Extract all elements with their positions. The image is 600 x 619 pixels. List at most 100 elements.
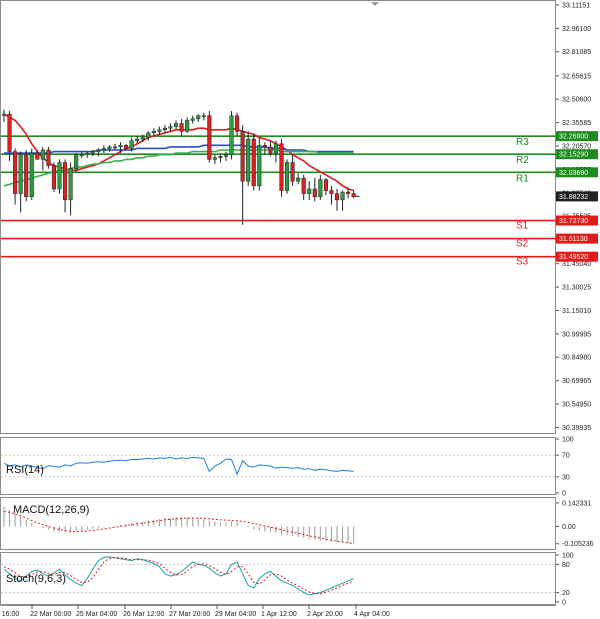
candle-body: [90, 151, 95, 154]
level-price-tag-label: 31.61130: [559, 236, 588, 243]
price-axis-label: 32.96100: [562, 26, 591, 33]
candle-body: [223, 154, 229, 157]
level-label-s2: S2: [516, 239, 529, 250]
candle-body: [157, 129, 162, 132]
candle-body: [346, 191, 351, 194]
candle-body: [323, 179, 328, 191]
stoch-axis-label: 80: [562, 562, 570, 569]
candle-body: [279, 143, 284, 191]
candle-body: [174, 123, 179, 127]
candle-body: [124, 145, 129, 149]
time-axis-label: 21 Mar 16:00: [0, 611, 19, 618]
candle-body: [168, 126, 173, 129]
candle-body: [246, 138, 251, 182]
level-label-r1: R1: [516, 173, 529, 184]
price-axis-label: 30.39935: [562, 425, 591, 432]
candle-body: [162, 127, 167, 131]
stoch-title: Stoch(9,6,3): [6, 573, 66, 585]
price-candle: [279, 139, 284, 197]
candle-body: [340, 191, 345, 201]
price-candle: [207, 111, 212, 163]
candle-body: [212, 157, 217, 160]
candle-body: [318, 179, 323, 197]
candle-body: [24, 154, 29, 197]
candle-body: [135, 138, 140, 141]
candle-body: [129, 140, 134, 149]
price-candle: [57, 159, 62, 194]
time-axis-label: 22 Mar 00:00: [30, 611, 71, 618]
price-axis-label: 31.30025: [562, 285, 591, 292]
level-price-tag-label: 31.49520: [559, 254, 588, 261]
candle-body: [7, 113, 12, 152]
candle-body: [301, 177, 306, 194]
candle-body: [79, 154, 84, 156]
price-candle: [285, 159, 290, 194]
candle-body: [18, 154, 23, 194]
macd-title: MACD(12,26,9): [13, 504, 89, 516]
candle-body: [68, 168, 73, 201]
candle-body: [285, 162, 290, 191]
candle-body: [96, 149, 101, 152]
candle-body: [196, 115, 201, 120]
rsi-panel-frame: [0, 437, 556, 495]
stoch-axis-label: 0: [562, 600, 566, 607]
time-axis-label: 27 Mar 20:00: [169, 611, 210, 618]
price-axis-label: 32.65615: [562, 73, 591, 80]
candle-body: [51, 165, 57, 190]
price-candle: [29, 148, 34, 200]
level-label-r2: R2: [516, 155, 529, 166]
rsi-axis-label: 0: [562, 491, 566, 498]
time-axis-label: 29 Mar 04:00: [215, 611, 256, 618]
candle-body: [240, 131, 245, 182]
candle-body: [296, 177, 301, 182]
rsi-axis-label: 70: [562, 453, 570, 460]
candle-body: [74, 154, 79, 169]
candle-body: [262, 145, 267, 148]
candle-body: [185, 120, 190, 132]
rsi-title: RSI(14): [6, 464, 44, 476]
candle-body: [334, 193, 340, 201]
price-axis-label: 30.69965: [562, 378, 591, 385]
candle-body: [29, 152, 34, 197]
candle-body: [85, 152, 90, 155]
stoch-axis-label: 100: [562, 553, 574, 560]
candle-body: [290, 162, 295, 182]
candle-body: [312, 188, 317, 197]
price-axis-label: 30.84980: [562, 355, 591, 362]
candle-body: [107, 146, 112, 149]
candle-body: [273, 143, 278, 154]
price-axis-label: 33.11151: [562, 2, 590, 9]
price-candle: [24, 150, 29, 202]
level-price-tag-label: 32.15290: [559, 152, 588, 159]
price-axis-label: 30.54950: [562, 402, 591, 409]
time-axis-label: 1 Apr 12:00: [261, 611, 297, 618]
rsi-axis-label: 100: [562, 437, 574, 444]
price-axis-label: 32.81085: [562, 49, 591, 56]
candle-body: [307, 188, 312, 194]
current-price-label: 31.88232: [559, 194, 588, 201]
time-axis-label: 2 Apr 20:00: [307, 611, 343, 618]
price-candle: [257, 137, 262, 191]
level-price-tag-label: 31.72730: [559, 218, 588, 225]
candle-body: [151, 131, 156, 134]
candle-body: [112, 146, 118, 149]
candle-body: [46, 149, 51, 166]
candle-body: [329, 190, 334, 194]
candle-body: [118, 145, 123, 148]
time-axis-label: 26 Mar 12:00: [123, 611, 164, 618]
level-label-r3: R3: [516, 137, 529, 148]
macd-axis-label: -0.105236: [562, 541, 594, 548]
price-candle: [229, 111, 234, 160]
candle-body: [351, 193, 356, 197]
trading-chart: 33.11151 32.96100 32.81085 32.65615 32.50600…: [0, 0, 598, 618]
price-candle: [51, 162, 57, 193]
candle-body: [190, 118, 195, 121]
price-candle: [251, 134, 256, 191]
candle-body: [13, 151, 18, 194]
stoch-axis-label: 20: [562, 590, 570, 597]
price-candle: [246, 131, 251, 186]
candle-body: [35, 152, 40, 160]
macd-axis-label: 0.142331: [562, 500, 591, 507]
level-label-s1: S1: [516, 221, 529, 232]
candle-body: [268, 146, 273, 154]
